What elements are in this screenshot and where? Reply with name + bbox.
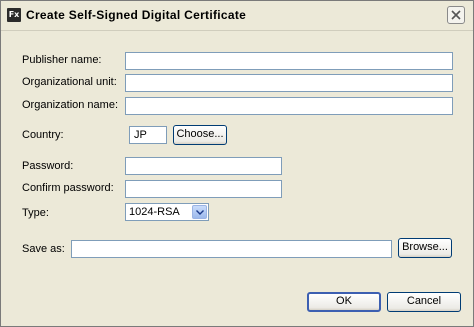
organizational-unit-label: Organizational unit: — [22, 76, 117, 88]
cancel-button[interactable]: Cancel — [387, 292, 461, 312]
type-dropdown-button[interactable] — [192, 205, 207, 219]
close-button[interactable] — [447, 6, 465, 24]
type-select-value: 1024-RSA — [129, 206, 180, 218]
save-as-label: Save as: — [22, 243, 65, 255]
chevron-down-icon — [196, 210, 204, 215]
title-bar: Fx Create Self-Signed Digital Certificat… — [1, 1, 473, 31]
publisher-name-input[interactable] — [125, 52, 453, 70]
ok-button[interactable]: OK — [307, 292, 381, 312]
password-label: Password: — [22, 160, 74, 172]
organization-name-input[interactable] — [125, 97, 453, 115]
dialog-title: Create Self-Signed Digital Certificate — [26, 8, 247, 22]
confirm-password-label: Confirm password: — [22, 182, 114, 194]
browse-button[interactable]: Browse... — [398, 238, 452, 258]
organization-name-label: Organization name: — [22, 99, 118, 111]
app-logo-icon: Fx — [7, 8, 21, 22]
close-icon — [451, 10, 461, 20]
dialog-window: Fx Create Self-Signed Digital Certificat… — [0, 0, 474, 327]
country-label: Country: — [22, 129, 64, 141]
password-input[interactable] — [125, 157, 282, 175]
organizational-unit-input[interactable] — [125, 74, 453, 92]
publisher-name-label: Publisher name: — [22, 54, 102, 66]
country-input[interactable]: JP — [129, 126, 167, 144]
choose-country-button[interactable]: Choose... — [173, 125, 227, 145]
type-select[interactable]: 1024-RSA — [125, 203, 209, 221]
save-as-input[interactable] — [71, 240, 392, 258]
confirm-password-input[interactable] — [125, 180, 282, 198]
type-label: Type: — [22, 207, 49, 219]
